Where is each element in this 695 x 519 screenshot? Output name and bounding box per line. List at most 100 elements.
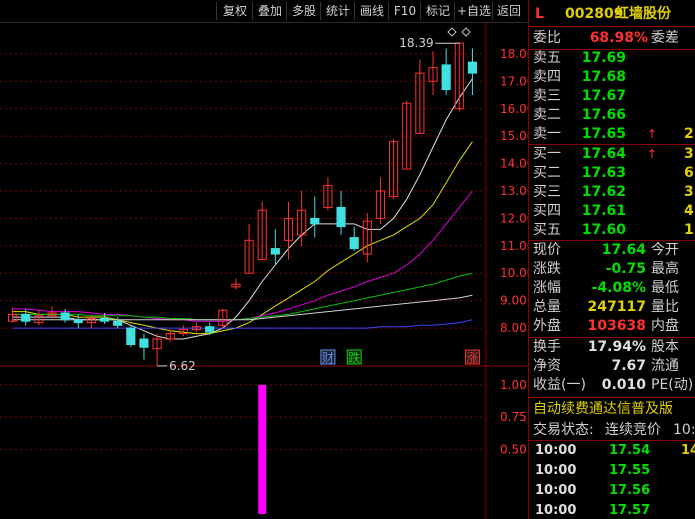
- quote-label-2: 今开: [651, 242, 679, 258]
- tick-price: 17.56: [609, 483, 651, 498]
- quote-label: 现价: [533, 242, 561, 258]
- stat-row: 净资 7.67 流通: [529, 357, 695, 376]
- buy-row-2[interactable]: 买二 17.63 6: [529, 164, 695, 183]
- order-label: 卖五: [533, 50, 561, 66]
- candle-body: [60, 312, 70, 321]
- tick-row[interactable]: 10:00 17.55: [533, 461, 695, 481]
- sell-row-5[interactable]: 卖五 17.69: [529, 49, 695, 68]
- toolbar-button-0[interactable]: 复权: [216, 2, 253, 20]
- toolbar-button-6[interactable]: 标记: [420, 2, 455, 20]
- up-arrow-icon: ↑: [647, 147, 658, 161]
- toolbar-button-1[interactable]: 叠加: [252, 2, 287, 20]
- stock-flag: L: [535, 6, 544, 22]
- buy-row-1[interactable]: 买一 17.64 ↑ 3: [529, 145, 695, 164]
- candle-body: [99, 317, 110, 322]
- stat-row: 收益(一) 0.010 PE(动): [529, 376, 695, 395]
- quote-row: 涨幅 -4.08% 最低: [529, 279, 695, 298]
- y-tick-label: 0.50: [500, 442, 527, 456]
- sell-row-2[interactable]: 卖二 17.66: [529, 106, 695, 125]
- y-tick-label: 17.00: [500, 74, 528, 88]
- low-price-label: 6.62: [169, 359, 196, 373]
- weicha-label: 委差: [651, 30, 679, 46]
- tick-price: 17.54: [609, 443, 651, 458]
- event-marker: 涨: [466, 350, 478, 365]
- order-label: 卖一: [533, 126, 561, 142]
- status-label: 交易状态:: [533, 422, 594, 438]
- toolbar-button-3[interactable]: 统计: [320, 2, 355, 20]
- quote-label: 涨幅: [533, 280, 561, 296]
- buy-row-5[interactable]: 买五 17.60 1: [529, 221, 695, 240]
- candle-body: [126, 327, 136, 346]
- candle-body: [205, 326, 215, 333]
- stat-label-2: 股本: [651, 339, 679, 355]
- weibi-row: 委比 68.98% 委差: [529, 27, 695, 49]
- quote-row: 总量 247117 量比: [529, 298, 695, 317]
- y-tick-label: 13.00: [500, 184, 528, 198]
- quote-row: 涨跌 -0.75 最高: [529, 260, 695, 279]
- diamond-icon: [461, 27, 471, 37]
- candle-body: [349, 237, 359, 250]
- buy-row-3[interactable]: 买三 17.62 3: [529, 183, 695, 202]
- candle-body: [441, 64, 451, 91]
- tick-row[interactable]: 10:00 17.56: [533, 481, 695, 501]
- quote-label-2: 内盘: [651, 318, 679, 334]
- sell-row-3[interactable]: 卖三 17.67: [529, 87, 695, 106]
- candle-body: [21, 313, 31, 322]
- stat-label: 净资: [533, 358, 561, 374]
- quote-value: 247117: [587, 299, 646, 315]
- order-label: 买五: [533, 222, 561, 238]
- quote-row: 现价 17.64 今开: [529, 241, 695, 260]
- tick-time: 10:00: [535, 443, 577, 458]
- toolbar-button-8[interactable]: 返回: [492, 2, 525, 20]
- tick-time: 10:00: [535, 463, 577, 478]
- order-price: 17.60: [581, 222, 626, 238]
- stat-label-2: PE(动): [651, 377, 694, 393]
- diamond-icon: [447, 27, 457, 37]
- y-tick-label: 0.75: [500, 410, 527, 424]
- order-price: 17.69: [581, 50, 626, 66]
- order-qty: 6: [684, 165, 694, 181]
- kline-chart-area[interactable]: 18.00 17.00 16.00 15.00 14.00 13.00 12.00 11.00…: [0, 22, 528, 519]
- tick-row[interactable]: 10:00 17.54 14: [533, 441, 695, 461]
- toolbar-button-2[interactable]: 多股: [286, 2, 321, 20]
- order-price: 17.67: [581, 88, 626, 104]
- order-qty: 1: [684, 222, 694, 238]
- quote-panel: L 002809 红墙股份 委比 68.98% 委差 卖五 17.69 卖四 17.6…: [528, 0, 695, 519]
- promo-text[interactable]: 自动续费通达信普及版: [533, 398, 673, 420]
- y-tick-label: 11.00: [500, 239, 528, 253]
- stat-value: 7.67: [611, 358, 646, 374]
- order-label: 买一: [533, 146, 561, 162]
- buy-row-4[interactable]: 买四 17.61 4: [529, 202, 695, 221]
- tick-price: 17.57: [609, 503, 651, 518]
- sell-row-4[interactable]: 卖四 17.68: [529, 68, 695, 87]
- event-marker: 财: [322, 351, 334, 365]
- y-tick-label: 16.00: [500, 102, 528, 116]
- candle-body: [139, 338, 149, 348]
- candle-body: [336, 206, 346, 228]
- quote-label-2: 最低: [651, 280, 679, 296]
- stat-label: 收益(一): [533, 377, 586, 393]
- weibi-value: 68.98%: [589, 30, 648, 46]
- tick-time: 10:00: [535, 503, 577, 518]
- candle-body: [310, 217, 320, 225]
- stat-label: 换手: [533, 339, 561, 355]
- ma-line-4: [12, 294, 473, 321]
- stat-value: 17.94%: [587, 339, 646, 355]
- promo-banner[interactable]: 自动续费通达信普及版: [529, 398, 695, 420]
- tick-row[interactable]: 10:00 17.57: [533, 501, 695, 519]
- toolbar-button-5[interactable]: F10: [388, 2, 421, 20]
- order-price: 17.65: [581, 126, 626, 142]
- sell-row-1[interactable]: 卖一 17.65 ↑ 2: [529, 125, 695, 144]
- quote-label: 涨跌: [533, 261, 561, 277]
- ma-line-0: [12, 78, 473, 340]
- ma-line-1: [12, 141, 473, 335]
- toolbar-button-7[interactable]: +自选: [454, 2, 493, 20]
- order-qty: 4: [684, 203, 694, 219]
- order-qty: 2: [684, 126, 694, 142]
- quote-value: -0.75: [605, 261, 646, 277]
- order-price: 17.66: [581, 107, 626, 123]
- toolbar-button-4[interactable]: 画线: [354, 2, 389, 20]
- status-time: 10:0: [673, 422, 695, 438]
- y-tick-label: 15.00: [500, 129, 528, 143]
- tick-price: 17.55: [609, 463, 651, 478]
